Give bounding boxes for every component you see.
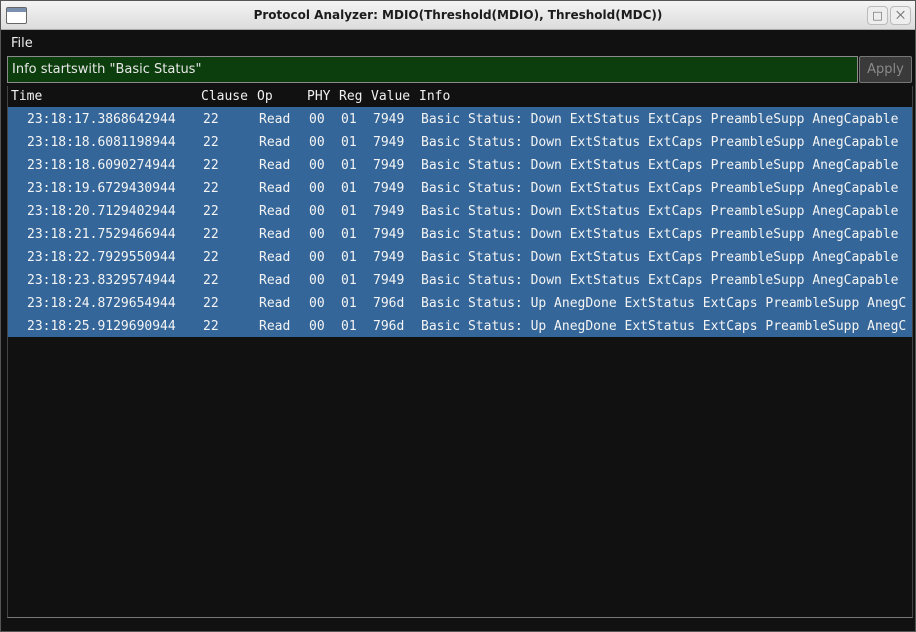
cell-op: Read — [259, 135, 291, 150]
cell-time: 23:18:18.6090274944 — [27, 158, 176, 173]
cell-clause: 22 — [203, 273, 219, 288]
packet-table[interactable]: Time Clause Op PHY Reg Value Info 23:18:… — [7, 86, 913, 618]
cell-clause: 22 — [203, 319, 219, 334]
cell-op: Read — [259, 273, 291, 288]
cell-phy: 00 — [309, 158, 325, 173]
cell-info: Basic Status: Up AnegDone ExtStatus ExtC… — [421, 319, 907, 334]
cell-clause: 22 — [203, 112, 219, 127]
cell-op: Read — [259, 158, 291, 173]
cell-phy: 00 — [309, 227, 325, 242]
table-header: Time Clause Op PHY Reg Value Info — [8, 86, 912, 107]
cell-phy: 00 — [309, 296, 325, 311]
table-body: 23:18:17.3868642944 22 Read 00 01 7949 Basic S… — [8, 107, 912, 337]
cell-reg: 01 — [341, 158, 357, 173]
cell-clause: 22 — [203, 227, 219, 242]
cell-clause: 22 — [203, 250, 219, 265]
cell-time: 23:18:21.7529466944 — [27, 227, 176, 242]
cell-phy: 00 — [309, 112, 325, 127]
cell-time: 23:18:23.8329574944 — [27, 273, 176, 288]
cell-value: 7949 — [373, 158, 405, 173]
cell-phy: 00 — [309, 135, 325, 150]
cell-info: Basic Status: Down ExtStatus ExtCaps Pre… — [421, 181, 899, 196]
cell-time: 23:18:22.7929550944 — [27, 250, 176, 265]
cell-time: 23:18:20.7129402944 — [27, 204, 176, 219]
cell-info: Basic Status: Down ExtStatus ExtCaps Pre… — [421, 135, 899, 150]
cell-value: 7949 — [373, 250, 405, 265]
cell-value: 7949 — [373, 135, 405, 150]
cell-op: Read — [259, 181, 291, 196]
table-row[interactable]: 23:18:25.9129690944 22 Read 00 01 796d Basic S… — [8, 314, 912, 337]
cell-value: 7949 — [373, 204, 405, 219]
cell-info: Basic Status: Down ExtStatus ExtCaps Pre… — [421, 250, 899, 265]
table-row[interactable]: 23:18:22.7929550944 22 Read 00 01 7949 Basic S… — [8, 245, 912, 268]
table-row[interactable]: 23:18:17.3868642944 22 Read 00 01 7949 Basic S… — [8, 107, 912, 130]
filter-input[interactable] — [7, 56, 858, 83]
cell-op: Read — [259, 296, 291, 311]
cell-time: 23:18:19.6729430944 — [27, 181, 176, 196]
cell-reg: 01 — [341, 273, 357, 288]
cell-reg: 01 — [341, 112, 357, 127]
cell-clause: 22 — [203, 296, 219, 311]
close-button[interactable]: ⨉ — [890, 6, 911, 25]
menu-file[interactable]: File — [11, 36, 33, 51]
cell-info: Basic Status: Down ExtStatus ExtCaps Pre… — [421, 112, 899, 127]
cell-value: 7949 — [373, 273, 405, 288]
app-window: Protocol Analyzer: MDIO(Threshold(MDIO),… — [0, 0, 916, 632]
cell-op: Read — [259, 204, 291, 219]
cell-time: 23:18:18.6081198944 — [27, 135, 176, 150]
cell-clause: 22 — [203, 158, 219, 173]
maximize-button[interactable]: □ — [867, 6, 888, 25]
cell-value: 796d — [373, 296, 405, 311]
cell-info: Basic Status: Up AnegDone ExtStatus ExtC… — [421, 296, 907, 311]
column-header-time[interactable]: Time — [11, 89, 42, 104]
cell-reg: 01 — [341, 296, 357, 311]
menu-bar: File — [1, 31, 915, 55]
column-header-clause[interactable]: Clause — [201, 89, 248, 104]
cell-value: 7949 — [373, 181, 405, 196]
cell-reg: 01 — [341, 204, 357, 219]
cell-clause: 22 — [203, 135, 219, 150]
table-row[interactable]: 23:18:23.8329574944 22 Read 00 01 7949 Basic S… — [8, 268, 912, 291]
cell-phy: 00 — [309, 204, 325, 219]
column-header-value[interactable]: Value — [371, 89, 410, 104]
column-header-op[interactable]: Op — [257, 89, 273, 104]
cell-time: 23:18:24.8729654944 — [27, 296, 176, 311]
cell-clause: 22 — [203, 204, 219, 219]
column-header-reg[interactable]: Reg — [339, 89, 362, 104]
column-header-info[interactable]: Info — [419, 89, 450, 104]
cell-reg: 01 — [341, 181, 357, 196]
cell-value: 796d — [373, 319, 405, 334]
table-row[interactable]: 23:18:21.7529466944 22 Read 00 01 7949 Basic S… — [8, 222, 912, 245]
table-row[interactable]: 23:18:18.6081198944 22 Read 00 01 7949 Basic S… — [8, 130, 912, 153]
cell-info: Basic Status: Down ExtStatus ExtCaps Pre… — [421, 273, 899, 288]
cell-reg: 01 — [341, 227, 357, 242]
column-header-phy[interactable]: PHY — [307, 89, 330, 104]
cell-op: Read — [259, 112, 291, 127]
title-bar[interactable]: Protocol Analyzer: MDIO(Threshold(MDIO),… — [1, 1, 915, 30]
table-row[interactable]: 23:18:24.8729654944 22 Read 00 01 796d Basic S… — [8, 291, 912, 314]
cell-op: Read — [259, 319, 291, 334]
cell-phy: 00 — [309, 181, 325, 196]
window-title: Protocol Analyzer: MDIO(Threshold(MDIO),… — [253, 8, 663, 22]
cell-phy: 00 — [309, 250, 325, 265]
cell-clause: 22 — [203, 181, 219, 196]
cell-value: 7949 — [373, 112, 405, 127]
cell-phy: 00 — [309, 273, 325, 288]
cell-op: Read — [259, 250, 291, 265]
cell-reg: 01 — [341, 319, 357, 334]
cell-info: Basic Status: Down ExtStatus ExtCaps Pre… — [421, 158, 899, 173]
cell-value: 7949 — [373, 227, 405, 242]
cell-info: Basic Status: Down ExtStatus ExtCaps Pre… — [421, 227, 899, 242]
table-row[interactable]: 23:18:20.7129402944 22 Read 00 01 7949 Basic S… — [8, 199, 912, 222]
cell-info: Basic Status: Down ExtStatus ExtCaps Pre… — [421, 204, 899, 219]
apply-button[interactable]: Apply — [859, 56, 912, 83]
table-row[interactable]: 23:18:18.6090274944 22 Read 00 01 7949 Basic S… — [8, 153, 912, 176]
table-row[interactable]: 23:18:19.6729430944 22 Read 00 01 7949 Basic S… — [8, 176, 912, 199]
cell-phy: 00 — [309, 319, 325, 334]
cell-time: 23:18:17.3868642944 — [27, 112, 176, 127]
cell-reg: 01 — [341, 250, 357, 265]
cell-time: 23:18:25.9129690944 — [27, 319, 176, 334]
cell-op: Read — [259, 227, 291, 242]
cell-reg: 01 — [341, 135, 357, 150]
